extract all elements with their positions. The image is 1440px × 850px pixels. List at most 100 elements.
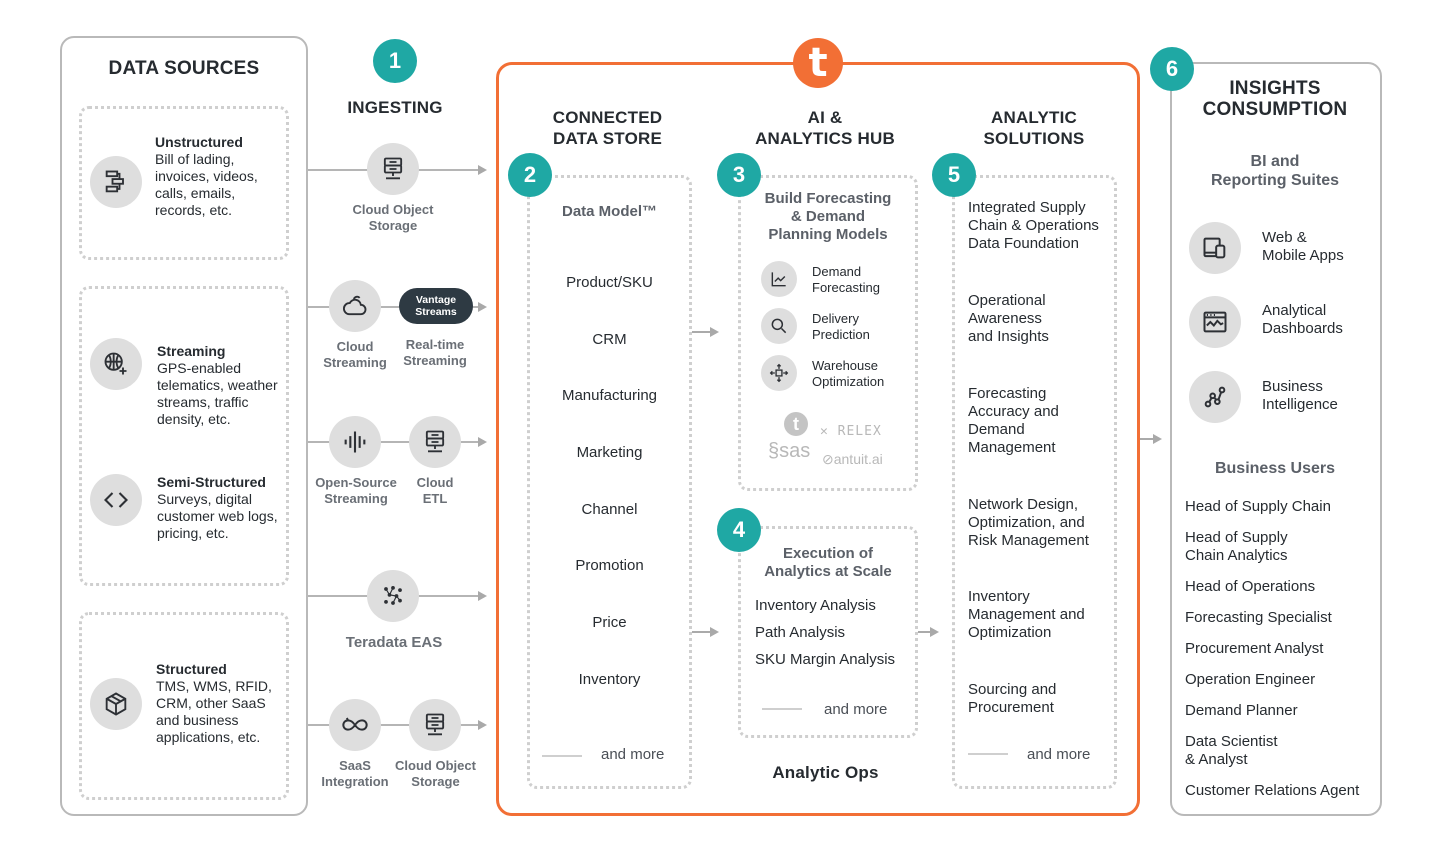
build-models-title: Build Forecasting & Demand Planning Mode…	[764, 190, 892, 243]
insights-title: INSIGHTS CONSUMPTION	[1202, 78, 1348, 120]
flow-arrow	[478, 302, 487, 312]
server-icon	[367, 143, 419, 195]
ingest-open-source-streaming-label: Open-Source Streaming	[315, 475, 397, 506]
box-arrows-icon	[761, 355, 797, 391]
solution-item: Inventory Management and Optimization	[968, 588, 1085, 641]
ingest-cloud-streaming-label: Cloud Streaming	[323, 339, 387, 370]
execution-title: Execution of Analytics at Scale	[764, 545, 892, 580]
model-warehouse-optimization: Warehouse Optimization	[812, 358, 885, 389]
ingest-cloud-etl-label: Cloud ETL	[416, 475, 454, 506]
vendor-logo-antuit: ⊘antuit.ai	[822, 451, 883, 467]
ingesting-title: INGESTING	[347, 98, 443, 117]
hierarchy-icon	[90, 156, 142, 208]
flow-line	[918, 631, 930, 633]
solution-item: Network Design, Optimization, and Risk M…	[968, 496, 1089, 549]
source-streaming-text: Streaming GPS-enabled telematics, weathe…	[157, 343, 287, 428]
data-model-more: and more	[601, 746, 665, 763]
execution-item: Inventory Analysis	[755, 597, 876, 614]
vendor-logo-relex: ✕ RELEX	[820, 424, 882, 439]
source-structured-text: Structured TMS, WMS, RFID, CRM, other Sa…	[156, 661, 286, 746]
more-divider	[968, 753, 1008, 755]
magnifier-icon	[761, 308, 797, 344]
more-divider	[762, 708, 802, 710]
flow-arrow	[478, 591, 487, 601]
business-user-item: Head of Supply Chain Analytics	[1185, 529, 1288, 564]
solution-item: Operational Awareness and Insights	[968, 292, 1049, 345]
analytic-solutions-title: ANALYTIC SOLUTIONS	[983, 108, 1085, 148]
flow-arrow	[930, 627, 939, 637]
bi-analytical-dashboards: Analytical Dashboards	[1262, 302, 1343, 337]
data-model-item: Channel	[581, 501, 638, 518]
business-user-item: Demand Planner	[1185, 702, 1298, 719]
business-user-item: Operation Engineer	[1185, 671, 1316, 688]
vendor-logo-teradata: t	[784, 412, 808, 436]
execution-item: SKU Margin Analysis	[755, 651, 896, 668]
flow-arrow	[478, 165, 487, 175]
server-icon	[409, 416, 461, 468]
data-sources-title: DATA SOURCES	[108, 58, 260, 79]
data-model-item: Manufacturing	[561, 387, 658, 404]
source-label: Unstructured	[155, 134, 243, 150]
cloud-icon	[329, 280, 381, 332]
flow-arrow	[478, 720, 487, 730]
solutions-more: and more	[1027, 746, 1091, 763]
ingest-saas-integration-label: SaaS Integration	[321, 758, 389, 789]
flow-line	[692, 631, 710, 633]
business-user-item: Head of Supply Chain	[1185, 498, 1331, 515]
solution-item: Integrated Supply Chain & Operations Dat…	[968, 199, 1099, 252]
infinity-sync-icon	[329, 699, 381, 751]
step-badge-2: 2	[508, 153, 552, 197]
connected-data-store-title: CONNECTED DATA STORE	[552, 108, 663, 148]
source-desc: Surveys, digital customer web logs, pric…	[157, 491, 278, 541]
source-semistructured-text: Semi-Structured Surveys, digital custome…	[157, 474, 287, 542]
data-model-item: Promotion	[575, 557, 644, 574]
step-badge-5: 5	[932, 153, 976, 197]
vantage-streams-node: Vantage Streams	[399, 288, 473, 324]
flow-line	[1140, 438, 1154, 440]
more-divider	[542, 755, 582, 757]
bi-web-mobile-apps: Web & Mobile Apps	[1262, 229, 1344, 264]
flow-arrow	[710, 327, 719, 337]
line-chart-icon	[761, 261, 797, 297]
source-desc: GPS-enabled telematics, weather streams,…	[157, 360, 278, 427]
execution-item: Path Analysis	[755, 624, 846, 641]
bi-title: BI and Reporting Suites	[1210, 153, 1339, 189]
source-desc: TMS, WMS, RFID, CRM, other SaaS and busi…	[156, 678, 272, 745]
business-user-item: Procurement Analyst	[1185, 640, 1324, 657]
network-nodes-icon	[1189, 371, 1241, 423]
scatter-dots-icon	[367, 570, 419, 622]
package-box-icon	[90, 678, 142, 730]
vendor-relex-text: RELEX	[837, 424, 882, 439]
step-badge-1: 1	[373, 39, 417, 83]
data-model-item: CRM	[592, 331, 627, 348]
flow-arrow	[710, 627, 719, 637]
solution-item: Sourcing and Procurement	[968, 681, 1057, 716]
source-label: Structured	[156, 661, 227, 677]
ingest-cloud-object-storage-label: Cloud Object Storage	[395, 758, 476, 789]
ingest-teradata-eas-label: Teradata EAS	[345, 634, 443, 651]
source-desc: Bill of lading, invoices, videos, calls,…	[155, 151, 258, 218]
devices-icon	[1189, 222, 1241, 274]
bi-business-intelligence: Business Intelligence	[1262, 378, 1338, 413]
data-model-item: Price	[592, 614, 627, 631]
teradata-logo: t	[793, 38, 843, 88]
vendor-logo-sas: §sas	[768, 440, 811, 462]
business-user-item: Data Scientist & Analyst	[1185, 733, 1278, 768]
ingest-cloud-object-storage-label: Cloud Object Storage	[352, 202, 434, 233]
model-delivery-prediction: Delivery Prediction	[812, 311, 870, 342]
dashboard-icon	[1189, 296, 1241, 348]
vendor-antuit-text: antuit.ai	[833, 451, 883, 467]
globe-plus-icon	[90, 338, 142, 390]
data-model-subtitle: Data Model™	[561, 203, 657, 220]
business-users-title: Business Users	[1214, 460, 1336, 477]
data-model-box	[527, 175, 692, 789]
flow-line	[692, 331, 710, 333]
business-user-item: Head of Operations	[1185, 578, 1316, 595]
server-icon	[409, 699, 461, 751]
data-model-item: Product/SKU	[566, 274, 653, 291]
business-user-item: Forecasting Specialist	[1185, 609, 1332, 626]
sound-wave-icon	[329, 416, 381, 468]
vendor-sas-text: sas	[779, 440, 811, 462]
data-model-item: Inventory	[578, 671, 641, 688]
analytic-ops-label: Analytic Ops	[772, 763, 879, 782]
